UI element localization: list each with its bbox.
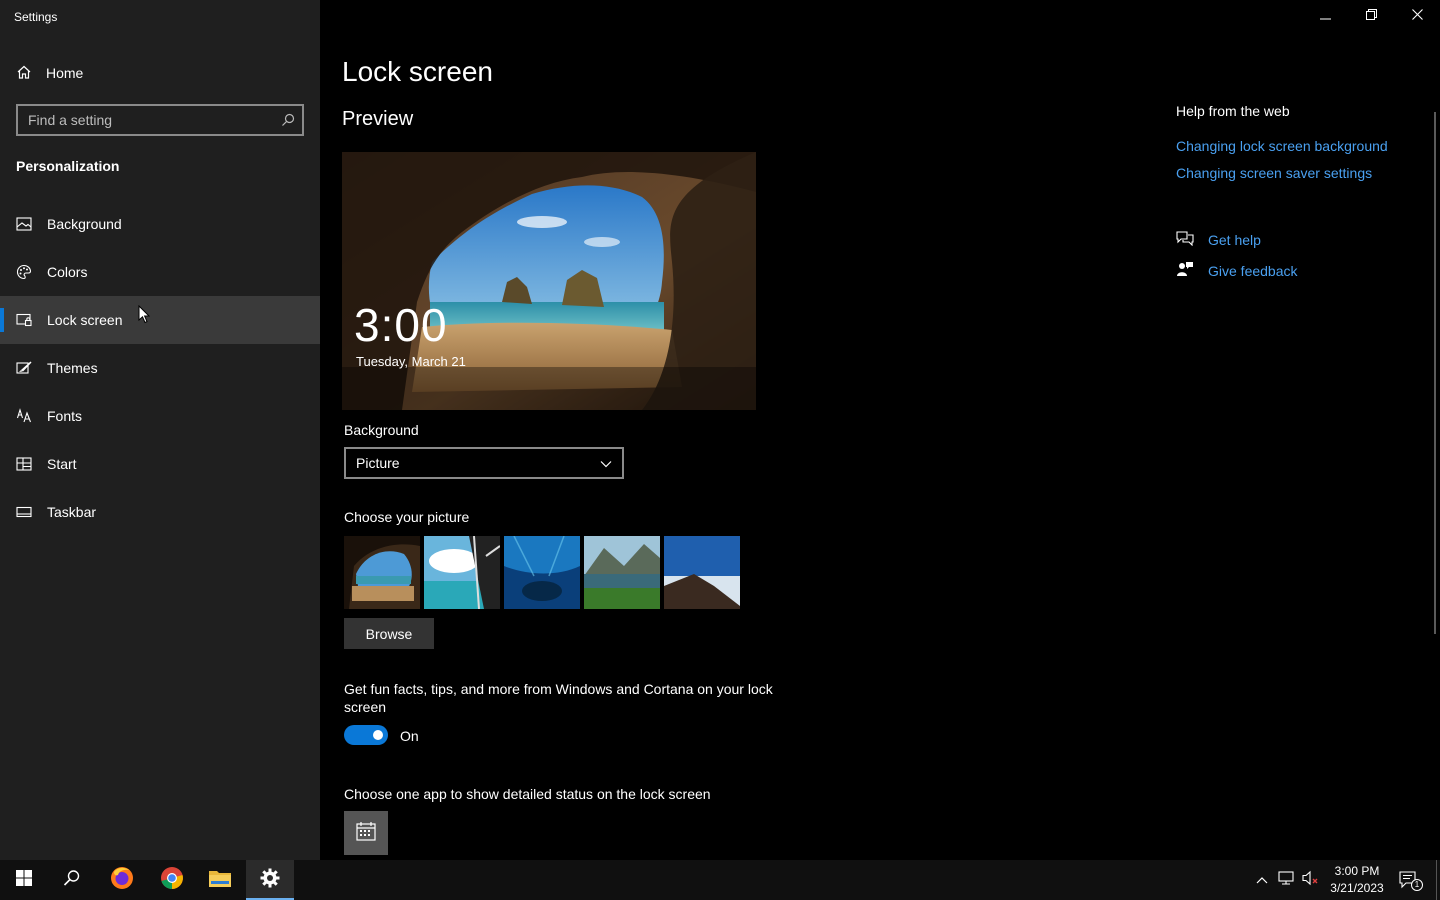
picture-thumbnail-lake[interactable] — [584, 536, 660, 609]
clock-date: 3/21/2023 — [1330, 881, 1384, 895]
taskbar-search-button[interactable] — [48, 860, 96, 900]
preview-title: Preview — [342, 108, 414, 130]
notification-icon: 1 — [1399, 871, 1423, 891]
browse-button[interactable]: Browse — [344, 618, 434, 649]
picture-thumbnail-underwater[interactable] — [504, 536, 580, 609]
picture-thumbnails — [344, 536, 740, 609]
home-icon — [16, 64, 32, 83]
scrollbar[interactable] — [1434, 112, 1436, 634]
picture-thumbnail-cave[interactable] — [344, 536, 420, 609]
clock-time: 3:00 PM — [1334, 864, 1380, 878]
themes-icon — [16, 360, 32, 376]
sidebar-item-label: Background — [47, 216, 122, 232]
picture-thumbnail-window[interactable] — [424, 536, 500, 609]
mouse-cursor-icon — [138, 304, 151, 329]
taskbar-icon — [16, 504, 32, 520]
help-link-lock-screen-background[interactable]: Changing lock screen background — [1176, 138, 1388, 154]
sidebar-item-label: Start — [47, 456, 77, 472]
search-input[interactable] — [18, 112, 274, 128]
fonts-icon — [16, 408, 32, 424]
background-dropdown-value: Picture — [356, 455, 400, 471]
background-dropdown[interactable]: Picture — [344, 447, 624, 479]
get-help-link[interactable]: Get help — [1176, 230, 1261, 249]
volume-muted-icon — [1302, 870, 1320, 891]
notification-count-badge: 1 — [1411, 879, 1423, 891]
sidebar-item-colors[interactable]: Colors — [0, 248, 320, 296]
preview-date: Tuesday, March 21 — [356, 354, 466, 369]
home-link[interactable]: Home — [16, 62, 83, 84]
status-app-label: Choose one app to show detailed status o… — [344, 786, 711, 802]
show-hidden-icons-button[interactable] — [1252, 860, 1272, 900]
tips-toggle-state: On — [400, 728, 419, 744]
sidebar-item-label: Taskbar — [47, 504, 97, 520]
image-icon — [16, 216, 32, 232]
sidebar-item-lock-screen[interactable]: Lock screen — [0, 296, 320, 344]
preview-time: 3:00 — [354, 299, 448, 351]
volume-button[interactable] — [1300, 860, 1322, 900]
palette-icon — [16, 264, 32, 280]
sidebar-item-label: Themes — [47, 360, 98, 376]
start-button[interactable] — [0, 860, 48, 900]
search-box[interactable] — [16, 104, 304, 136]
give-feedback-link[interactable]: Give feedback — [1176, 261, 1298, 280]
show-desktop-button[interactable] — [1436, 860, 1437, 900]
network-icon — [1278, 870, 1296, 891]
chevron-down-icon — [600, 455, 612, 471]
lock-screen-preview: 3:00 Tuesday, March 21 — [342, 152, 756, 410]
lock-screen-icon — [16, 312, 32, 328]
folder-icon — [208, 868, 232, 893]
toggle-knob — [373, 730, 383, 740]
tips-label: Get fun facts, tips, and more from Windo… — [344, 681, 773, 715]
help-title: Help from the web — [1176, 103, 1290, 119]
firefox-icon — [110, 866, 134, 895]
app-title: Settings — [14, 10, 58, 24]
taskbar-firefox[interactable] — [98, 860, 146, 900]
chevron-up-icon — [1256, 871, 1268, 889]
sidebar: Settings Home Personalization Background… — [0, 0, 320, 860]
section-title: Personalization — [16, 158, 120, 174]
give-feedback-label: Give feedback — [1208, 262, 1298, 279]
home-label: Home — [46, 65, 84, 81]
tips-toggle[interactable] — [344, 725, 388, 745]
picture-thumbnail-cliff[interactable] — [664, 536, 740, 609]
feedback-icon — [1176, 261, 1194, 280]
gear-icon — [260, 868, 280, 893]
taskbar-chrome[interactable] — [148, 860, 196, 900]
sidebar-nav: Background Colors Lock screen Themes Fon… — [0, 200, 320, 536]
preview-picture — [342, 152, 756, 410]
taskbar-file-explorer[interactable] — [196, 860, 244, 900]
chrome-icon — [160, 866, 184, 895]
get-help-label: Get help — [1208, 231, 1261, 248]
page-title: Lock screen — [342, 56, 493, 87]
taskbar-clock[interactable]: 3:00 PM 3/21/2023 — [1326, 863, 1388, 897]
sidebar-item-start[interactable]: Start — [0, 440, 320, 488]
main-content: Lock screen Preview 3:00 Tuesday, March … — [320, 0, 1440, 860]
taskbar-settings[interactable] — [246, 860, 294, 900]
calendar-icon — [355, 820, 377, 847]
background-label: Background — [344, 422, 419, 438]
search-icon — [63, 869, 81, 892]
network-button[interactable] — [1276, 860, 1298, 900]
action-center-button[interactable]: 1 — [1394, 860, 1424, 900]
search-icon[interactable] — [274, 113, 302, 127]
start-icon — [16, 456, 32, 472]
status-app-button[interactable] — [344, 811, 388, 855]
sidebar-item-themes[interactable]: Themes — [0, 344, 320, 392]
get-help-icon — [1176, 230, 1194, 249]
help-link-screen-saver[interactable]: Changing screen saver settings — [1176, 165, 1372, 181]
choose-picture-label: Choose your picture — [344, 509, 470, 525]
taskbar: 3:00 PM 3/21/2023 1 — [0, 860, 1440, 900]
windows-logo-icon — [16, 869, 32, 891]
sidebar-item-label: Lock screen — [47, 312, 123, 328]
sidebar-item-taskbar[interactable]: Taskbar — [0, 488, 320, 536]
sidebar-item-label: Fonts — [47, 408, 83, 424]
sidebar-item-label: Colors — [47, 264, 88, 280]
sidebar-item-background[interactable]: Background — [0, 200, 320, 248]
sidebar-item-fonts[interactable]: Fonts — [0, 392, 320, 440]
